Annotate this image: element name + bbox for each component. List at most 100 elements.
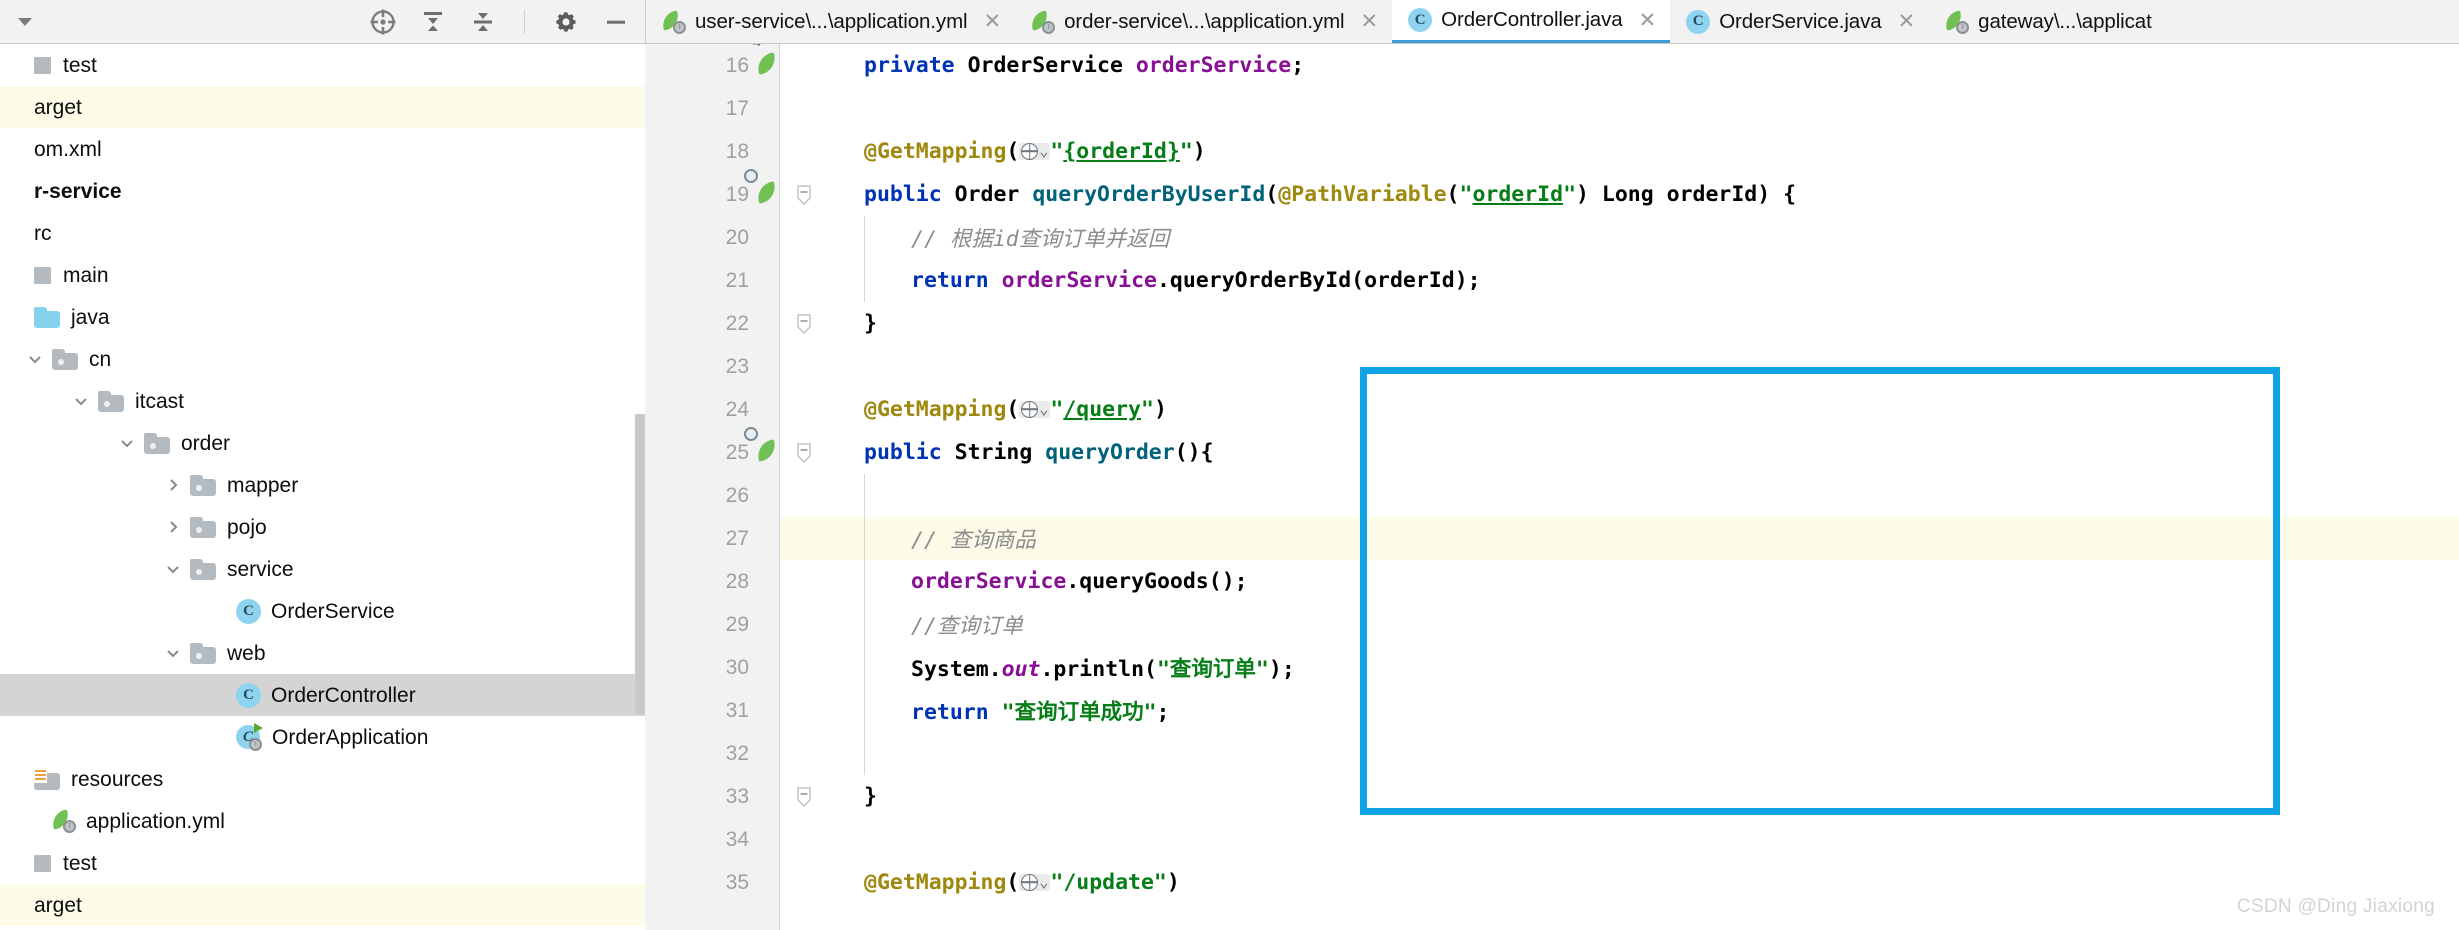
spring-bean-arrow-icon[interactable]: ➞ xyxy=(751,44,783,79)
code-line[interactable]: 30 System.out.println("查询订单"); xyxy=(645,646,2459,689)
code-token: } xyxy=(864,784,877,809)
fold-marker-icon[interactable] xyxy=(795,311,815,337)
code-line[interactable]: 32 xyxy=(645,732,2459,775)
web-mapping-globe-icon[interactable]: ⌄ xyxy=(1019,400,1051,418)
tree-item-rc[interactable]: rc xyxy=(0,212,645,254)
code-token: @GetMapping xyxy=(864,139,1007,164)
close-icon[interactable]: ✕ xyxy=(1898,11,1916,32)
code-token: " xyxy=(1050,139,1064,164)
code-line[interactable]: 20 // 根据id查询订单并返回 xyxy=(645,216,2459,259)
web-mapping-globe-icon[interactable]: ⌄ xyxy=(1019,142,1051,160)
line-number: 32 xyxy=(725,741,749,765)
chevron-down-icon[interactable] xyxy=(110,433,144,453)
code-token: ( xyxy=(1265,182,1279,207)
web-mapping-globe-icon[interactable]: ⌄ xyxy=(1019,873,1051,891)
close-icon[interactable]: ✕ xyxy=(1361,11,1379,32)
fold-marker-icon[interactable] xyxy=(795,784,815,810)
project-toolbar-left xyxy=(10,7,40,37)
line-number: 23 xyxy=(725,354,749,378)
tab-gateway-application-yml[interactable]: gateway\...\applicat xyxy=(1929,0,2166,43)
tab-orderservice-java[interactable]: C OrderService.java ✕ xyxy=(1670,0,1929,43)
fold-marker-icon[interactable] xyxy=(795,440,815,466)
code-token: (orderId); xyxy=(1351,268,1481,293)
tree-item-label: om.xml xyxy=(34,137,102,161)
code-token: // 查询商品 xyxy=(911,528,1036,553)
chevron-down-icon[interactable] xyxy=(18,349,52,369)
tree-item-itcast[interactable]: itcast xyxy=(0,380,645,422)
tree-item-ordercontroller[interactable]: C OrderController xyxy=(0,674,645,716)
tree-item-arget[interactable]: arget xyxy=(0,884,645,926)
tab-order-service-application-yml[interactable]: order-service\...\application.yml ✕ xyxy=(1015,0,1392,43)
code-line[interactable]: 24 @GetMapping(⌄ "/query") xyxy=(645,388,2459,431)
tab-user-service-application-yml[interactable]: user-service\...\application.yml ✕ xyxy=(646,0,1015,43)
java-class-icon: C xyxy=(1686,9,1711,34)
chevron-down-icon[interactable] xyxy=(64,391,98,411)
code-line[interactable]: 19 public Order queryOrderByUserId(@PathV… xyxy=(645,168,2459,216)
tree-item-service[interactable]: service xyxy=(0,548,645,590)
code-line[interactable]: 35 @GetMapping(⌄ "/update") xyxy=(645,861,2459,904)
tree-item-orderapplication[interactable]: C OrderApplication xyxy=(0,716,645,758)
code-token: " xyxy=(1050,397,1064,422)
tree-item-test[interactable]: test xyxy=(0,842,645,884)
tree-item-cn[interactable]: cn xyxy=(0,338,645,380)
close-icon[interactable]: ✕ xyxy=(1639,10,1657,31)
tree-item-label: java xyxy=(71,305,110,329)
tab-ordercontroller-java[interactable]: C OrderController.java ✕ xyxy=(1392,0,1671,43)
code-line[interactable]: 28 orderService.queryGoods(); xyxy=(645,560,2459,603)
spring-mapping-icon[interactable] xyxy=(744,426,783,466)
code-line[interactable]: 29 //查询订单 xyxy=(645,603,2459,646)
tree-item-application-yml[interactable]: application.yml xyxy=(0,800,645,842)
code-line[interactable]: 18 @GetMapping(⌄ "{orderId}") xyxy=(645,130,2459,173)
chevron-right-icon[interactable] xyxy=(156,475,190,495)
code-line[interactable]: 21 return orderService.queryOrderById(ord… xyxy=(645,259,2459,302)
tree-item-order[interactable]: order xyxy=(0,422,645,464)
code-text: System.out.println("查询订单"); xyxy=(911,652,1295,683)
java-class-icon: C xyxy=(236,682,261,708)
code-token: Long xyxy=(1601,182,1654,207)
code-line[interactable]: 33} xyxy=(645,775,2459,818)
tree-item-label: r-service xyxy=(34,179,122,203)
tree-item-pojo[interactable]: pojo xyxy=(0,506,645,548)
project-dropdown-arrow-icon[interactable] xyxy=(10,7,40,37)
tree-item-om-xml[interactable]: om.xml xyxy=(0,128,645,170)
tree-item-orderservice[interactable]: C OrderService xyxy=(0,590,645,632)
chevron-right-icon[interactable] xyxy=(156,517,190,537)
tree-item-label: web xyxy=(227,641,266,665)
chevron-down-icon[interactable] xyxy=(156,559,190,579)
line-background xyxy=(780,603,2459,646)
fold-marker-icon[interactable] xyxy=(795,182,815,208)
code-line[interactable]: 26 xyxy=(645,474,2459,517)
code-editor[interactable]: 16➞ private OrderService orderService; 17 1… xyxy=(645,44,2459,930)
tree-item-main[interactable]: main xyxy=(0,254,645,296)
code-line[interactable]: 22} xyxy=(645,302,2459,345)
tree-item-arget[interactable]: arget xyxy=(0,86,645,128)
expand-all-icon[interactable] xyxy=(418,7,448,37)
collapse-all-icon[interactable] xyxy=(468,7,498,37)
chevron-down-icon[interactable] xyxy=(156,643,190,663)
spring-mapping-icon[interactable] xyxy=(744,168,783,208)
tree-item-om-xml[interactable]: om.xml xyxy=(0,926,645,930)
tree-item-r-service[interactable]: r-service xyxy=(0,170,645,212)
project-tree-panel[interactable]: test arget om.xml r-service rc main java cn itca… xyxy=(0,44,645,930)
tree-item-java[interactable]: java xyxy=(0,296,645,338)
minus-hide-icon[interactable] xyxy=(601,7,631,37)
code-line[interactable]: 34 xyxy=(645,818,2459,861)
crosshair-target-icon[interactable] xyxy=(368,7,398,37)
close-icon[interactable]: ✕ xyxy=(984,11,1002,32)
code-line[interactable]: 16➞ private OrderService orderService; xyxy=(645,44,2459,87)
code-line[interactable]: 23 xyxy=(645,345,2459,388)
spring-boot-run-icon: C xyxy=(236,723,263,751)
tree-item-resources[interactable]: resources xyxy=(0,758,645,800)
code-line[interactable]: 25 public String queryOrder(){ xyxy=(645,426,2459,474)
tree-item-web[interactable]: web xyxy=(0,632,645,674)
gear-icon[interactable] xyxy=(551,7,581,37)
code-line[interactable]: 17 xyxy=(645,87,2459,130)
tree-item-label: service xyxy=(227,557,294,581)
tree-item-mapper[interactable]: mapper xyxy=(0,464,645,506)
code-line[interactable]: 27 // 查询商品 xyxy=(645,517,2459,560)
tree-item-test[interactable]: test xyxy=(0,44,645,86)
code-line[interactable]: 31 return "查询订单成功"; xyxy=(645,689,2459,732)
sidebar-scrollbar-thumb[interactable] xyxy=(635,414,645,714)
